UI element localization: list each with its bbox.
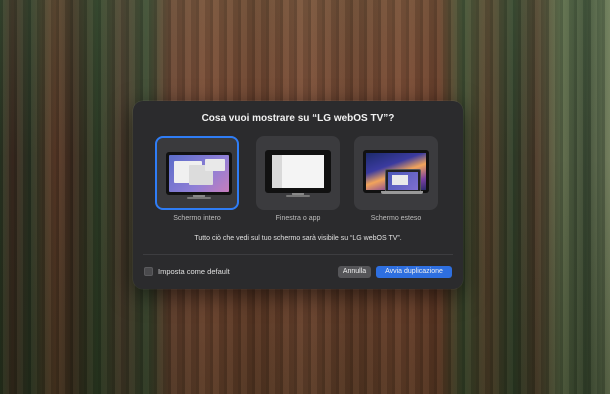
option-label-full-screen: Schermo intero <box>173 215 221 222</box>
default-checkbox-label: Imposta come default <box>158 267 230 276</box>
screen-mirroring-dialog: Cosa vuoi mostrare su “LG webOS TV”? Sch… <box>133 101 463 289</box>
option-window-or-app[interactable]: Finestra o app <box>256 136 340 222</box>
divider <box>143 254 453 255</box>
monitor-icon <box>166 152 232 195</box>
extended-display-icon[interactable] <box>354 136 438 210</box>
option-label-window-or-app: Finestra o app <box>275 215 321 222</box>
option-full-screen[interactable]: Schermo intero <box>155 136 239 222</box>
mirroring-notice: Tutto ciò che vedi sul tuo schermo sarà … <box>194 235 402 242</box>
monitor-icon <box>265 150 331 193</box>
default-checkbox[interactable] <box>144 267 153 276</box>
dialog-title: Cosa vuoi mostrare su “LG webOS TV”? <box>201 113 395 124</box>
cancel-button[interactable]: Annulla <box>338 266 371 278</box>
option-extended-display[interactable]: Schermo esteso <box>354 136 438 222</box>
window-or-app-icon[interactable] <box>256 136 340 210</box>
default-setting-row[interactable]: Imposta come default <box>144 267 230 276</box>
full-screen-mirror-icon[interactable] <box>155 136 239 210</box>
start-mirroring-button[interactable]: Avvia duplicazione <box>376 266 452 278</box>
option-label-extended-display: Schermo esteso <box>370 215 422 222</box>
laptop-icon <box>385 169 421 193</box>
